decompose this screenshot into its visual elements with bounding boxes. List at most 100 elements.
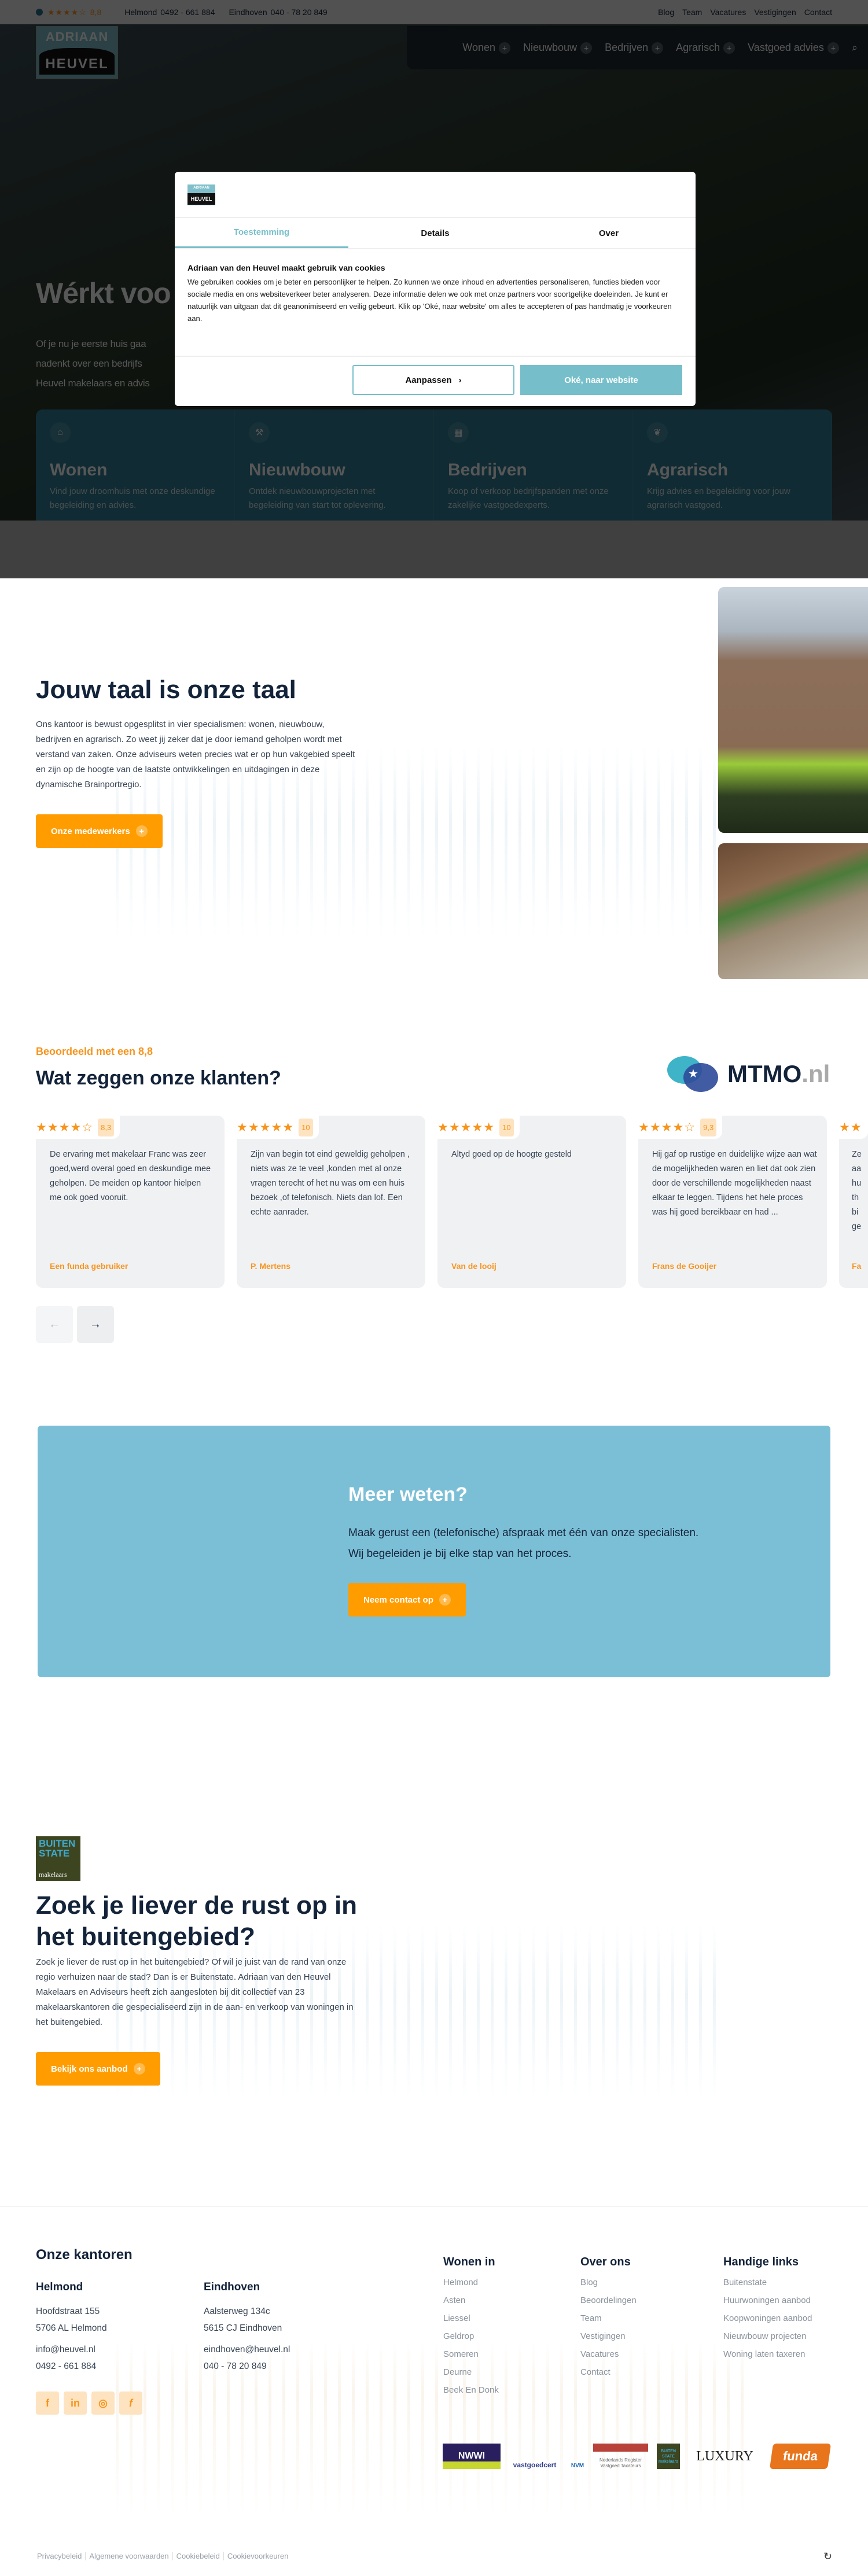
top-link-team[interactable]: Team — [682, 8, 702, 17]
nav-vastgoed-advies[interactable]: Vastgoed advies + — [748, 42, 839, 54]
phone-helmond[interactable]: Helmond 0492 - 661 884 — [124, 8, 215, 17]
top-link-vestigingen[interactable]: Vestigingen — [754, 8, 796, 17]
cta-text: Maak gerust een (telefonische) afspraak … — [348, 1527, 699, 1560]
offer-button[interactable]: Bekijk ons aanbod + — [36, 2052, 160, 2086]
review-card: ★★★★☆ 8,3 De ervaring met makelaar Franc … — [36, 1116, 225, 1288]
buitenstate-title: Zoek je liever de rust op in het buiteng… — [36, 1891, 358, 1951]
footer-link[interactable]: Contact — [580, 2363, 637, 2381]
phone-link[interactable]: 0492 - 661 884 — [36, 2358, 181, 2375]
tab-over[interactable]: Over — [522, 218, 696, 248]
review-card: ★★★★★ 10 Altyd goed op de hoogte gesteld … — [437, 1116, 626, 1288]
footer-link[interactable]: Someren — [443, 2345, 499, 2363]
site-logo[interactable]: ADRIAAN HEUVEL — [36, 26, 118, 79]
cookie-policy-link[interactable]: Cookiebeleid — [173, 2552, 224, 2560]
plus-icon: + — [723, 42, 735, 54]
social-links: f in ◎ f — [36, 2392, 147, 2415]
footer-link[interactable]: Asten — [443, 2291, 499, 2309]
customize-button[interactable]: Aanpassen › — [352, 365, 514, 395]
footer-link[interactable]: Nieuwbouw projecten — [723, 2327, 812, 2345]
category-card-agrarisch[interactable]: ❦ Agrarisch Krijg advies en begeleiding vo… — [633, 409, 832, 521]
review-text: Zijn van begin tot eind geweldig geholpe… — [251, 1150, 410, 1217]
partner-logo-nwwi[interactable]: NWWI — [443, 2444, 501, 2469]
prev-review-button[interactable]: ← — [36, 1306, 73, 1343]
tab-toestemming[interactable]: Toestemming — [175, 218, 348, 248]
buitenstate-text: Zoek je liever de rust op in het buiteng… — [36, 1957, 354, 2027]
nav-nieuwbouw[interactable]: Nieuwbouw + — [523, 42, 593, 54]
footer-link[interactable]: Koopwoningen aanbod — [723, 2309, 812, 2327]
review-card: ★★★★☆ 9,3 Hij gaf op rustige en duidelijk… — [638, 1116, 827, 1288]
email-link[interactable]: eindhoven@heuvel.nl — [204, 2341, 348, 2358]
mtmo-logo[interactable]: ★ MTMO.nl — [667, 1056, 830, 1092]
footer-link[interactable]: Beek En Donk — [443, 2381, 499, 2399]
email-link[interactable]: info@heuvel.nl — [36, 2341, 181, 2358]
chat-bubbles-icon: ★ — [667, 1056, 719, 1092]
linkedin-icon[interactable]: in — [64, 2392, 87, 2415]
contact-button[interactable]: Neem contact op + — [348, 1583, 466, 1617]
search-icon[interactable]: ⌕ — [852, 42, 858, 54]
nav-agrarisch[interactable]: Agrarisch + — [676, 42, 735, 54]
footer-link[interactable]: Team — [580, 2309, 637, 2327]
footer-link[interactable]: Deurne — [443, 2363, 499, 2381]
phone-link[interactable]: 040 - 78 20 849 — [204, 2358, 348, 2375]
terms-link[interactable]: Algemene voorwaarden — [86, 2552, 173, 2560]
team-button[interactable]: Onze medewerkers + — [36, 814, 163, 848]
nav-wonen[interactable]: Wonen + — [462, 42, 510, 54]
footer-link[interactable]: Beoordelingen — [580, 2291, 637, 2309]
arrow-left-icon: ← — [49, 1317, 60, 1331]
phone-eindhoven[interactable]: Eindhoven 040 - 78 20 849 — [229, 8, 327, 17]
tab-details[interactable]: Details — [348, 218, 522, 248]
instagram-icon[interactable]: ◎ — [91, 2392, 115, 2415]
category-card-nieuwbouw[interactable]: ⚒ Nieuwbouw Ontdek nieuwbouwprojecten met … — [235, 409, 434, 521]
next-review-button[interactable]: → — [77, 1306, 114, 1343]
office-eindhoven: Eindhoven Aalsterweg 134c 5615 CJ Eindho… — [204, 2281, 348, 2375]
review-author: Fa — [852, 1261, 862, 1271]
castle-photo — [718, 587, 868, 833]
footer-link[interactable]: Blog — [580, 2274, 637, 2291]
score-badge: 10 — [299, 1118, 313, 1136]
cta-box: Meer weten? Maak gerust een (telefonisch… — [38, 1426, 830, 1677]
hero-title: Wérkt voo — [36, 277, 171, 309]
nav-bedrijven[interactable]: Bedrijven + — [605, 42, 664, 54]
offices-title: Onze kantoren — [36, 2247, 133, 2263]
footer-link[interactable]: Huurwoningen aanbod — [723, 2291, 812, 2309]
footer-link[interactable]: Liessel — [443, 2309, 499, 2327]
review-author: Een funda gebruiker — [50, 1261, 128, 1271]
funda-icon[interactable]: f — [119, 2392, 142, 2415]
facebook-icon[interactable]: f — [36, 2392, 59, 2415]
footer-col-handige-links: Handige links Buitenstate Huurwoningen aa… — [723, 2256, 812, 2363]
partner-logo-buitenstate[interactable]: BUITEN STATE makelaars — [657, 2444, 680, 2469]
plus-icon: + — [652, 42, 664, 54]
partner-logo-nvm[interactable]: NVM — [570, 2444, 585, 2469]
partner-logo-vastgoedcert[interactable]: vastgoedcert — [512, 2444, 558, 2469]
top-link-contact[interactable]: Contact — [804, 8, 832, 17]
privacy-link[interactable]: Privacybeleid — [34, 2552, 86, 2560]
footer-link[interactable]: Helmond — [443, 2274, 499, 2291]
cookie-preferences-link[interactable]: Cookievoorkeuren — [224, 2552, 292, 2560]
partner-logo-nrvt[interactable]: Nederlands Register Vastgoed Taxateurs — [593, 2444, 648, 2469]
plus-icon: + — [827, 42, 839, 54]
star-rating: ★★★★☆ — [36, 1120, 94, 1134]
recaptcha-icon: ↻ — [823, 2551, 833, 2562]
footer-link[interactable]: Vestigingen — [580, 2327, 637, 2345]
partner-logo-luxury[interactable]: LUXURY — [692, 2444, 758, 2469]
footer-link[interactable]: Woning laten taxeren — [723, 2345, 812, 2363]
footer-link[interactable]: Geldrop — [443, 2327, 499, 2345]
review-author: P. Mertens — [251, 1261, 290, 1271]
partner-logo-funda[interactable]: funda — [769, 2444, 832, 2469]
buitenstate-logo[interactable]: BUITEN STATE makelaars — [36, 1836, 80, 1881]
accept-button[interactable]: Oké, naar website — [520, 365, 682, 395]
main-nav: Wonen + Nieuwbouw + Bedrijven + Agrarisch + … — [407, 26, 868, 69]
star-rating: ★★★★★ — [437, 1120, 495, 1134]
category-card-bedrijven[interactable]: ▦ Bedrijven Koop of verkoop bedrijfspanden… — [434, 409, 633, 521]
footer-link[interactable]: Buitenstate — [723, 2274, 812, 2291]
review-text: Ze aa hu th bi ge — [852, 1150, 862, 1231]
score-badge: 10 — [499, 1118, 514, 1136]
arrow-right-icon: → — [90, 1317, 101, 1331]
top-link-vacatures[interactable]: Vacatures — [710, 8, 746, 17]
top-link-blog[interactable]: Blog — [658, 8, 674, 17]
dialog-tabs: Toestemming Details Over — [175, 217, 696, 249]
footer-link[interactable]: Vacatures — [580, 2345, 637, 2363]
reviews-title: Wat zeggen onze klanten? — [36, 1067, 281, 1089]
dialog-logo: ADRIAAN HEUVEL — [187, 184, 215, 205]
category-card-wonen[interactable]: ⌂ Wonen Vind jouw droomhuis met onze desku… — [36, 409, 235, 521]
